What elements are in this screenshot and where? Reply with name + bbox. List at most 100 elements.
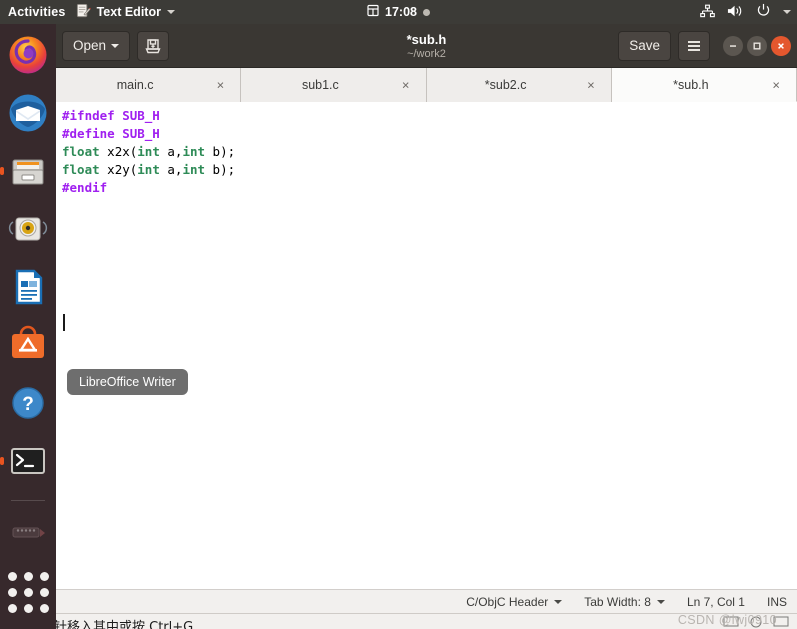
network-icon <box>700 4 715 21</box>
code-token: int <box>182 162 206 177</box>
tab-sub-h[interactable]: *sub.h × <box>611 68 797 102</box>
code-line: float x2y(int a,int b); <box>62 161 797 179</box>
tab-label: sub1.c <box>301 78 339 92</box>
tab-width-selector[interactable]: Tab Width: 8 <box>584 595 665 609</box>
close-button[interactable] <box>771 35 791 56</box>
save-button-label: Save <box>629 38 660 53</box>
dock-item-libreoffice-writer[interactable] <box>4 266 52 308</box>
dock-separator <box>11 500 45 501</box>
code-token: x2x( <box>99 144 138 159</box>
top-bar-left-group: Activities Text Editor <box>0 3 175 21</box>
code-token: int <box>182 144 206 159</box>
dock-tooltip: LibreOffice Writer <box>67 369 188 395</box>
volume-icon <box>727 4 744 21</box>
new-document-button[interactable] <box>137 30 170 61</box>
window-title: *sub.h <box>406 31 447 47</box>
close-icon <box>778 42 784 49</box>
firefox-icon <box>9 36 47 74</box>
tab-close-icon[interactable]: × <box>402 79 410 92</box>
save-button[interactable]: Save <box>618 30 671 61</box>
calendar-icon <box>367 4 379 20</box>
header-right-group: Save <box>618 30 791 61</box>
code-line: float x2x(int a,int b); <box>62 143 797 161</box>
window-header-bar: Open *sub.h ~/work2 Save <box>56 24 797 68</box>
show-applications-button[interactable] <box>4 571 52 613</box>
window-icon <box>773 616 789 627</box>
rhythmbox-icon <box>8 217 48 241</box>
dock-item-firefox[interactable] <box>4 34 52 76</box>
editor-status-bar: C/ObjC Header Tab Width: 8 Ln 7, Col 1 I… <box>56 589 797 613</box>
ubuntu-software-icon <box>12 325 44 359</box>
code-line: #ifndef SUB_H <box>62 107 797 125</box>
tab-label: main.c <box>116 78 154 92</box>
menu-button[interactable] <box>678 30 710 61</box>
window-subtitle: ~/work2 <box>407 47 446 60</box>
insert-mode-label: INS <box>766 594 787 609</box>
tab-close-icon[interactable]: × <box>587 79 595 92</box>
text-editor-window: Open *sub.h ~/work2 Save main.c × sub1.c… <box>56 24 797 613</box>
code-token: float <box>62 162 100 177</box>
app-menu-label: Text Editor <box>96 5 161 19</box>
code-token: #endif <box>62 180 108 195</box>
code-line: #define SUB_H <box>62 125 797 143</box>
code-token: b); <box>205 162 236 177</box>
bottom-overflow-strip: 将鼠标指针移入其中或按 Ctrl+G <box>0 613 797 629</box>
chevron-down-icon <box>783 10 791 14</box>
text-cursor <box>63 314 65 331</box>
dock-item-ubuntu-software[interactable] <box>4 324 52 366</box>
dock-item-trash[interactable] <box>4 513 52 555</box>
chevron-down-icon <box>166 10 175 14</box>
activities-button[interactable]: Activities <box>8 5 66 19</box>
code-token: a, <box>159 162 183 177</box>
dock-item-terminal[interactable] <box>4 440 52 482</box>
code-token: int <box>137 162 160 177</box>
new-document-icon <box>145 38 161 53</box>
app-grid-icon <box>7 571 49 613</box>
ubuntu-dock: ? <box>0 24 56 629</box>
dock-item-help[interactable]: ? <box>4 382 52 424</box>
terminal-icon <box>11 448 45 475</box>
chevron-down-icon <box>554 599 563 604</box>
notification-dot-icon <box>422 8 430 16</box>
code-token: #define SUB_H <box>62 126 160 141</box>
code-editor-area[interactable]: #ifndef SUB_H #define SUB_Hfloat x2x(int … <box>56 102 797 589</box>
code-line: #endif <box>62 179 797 197</box>
source-code-text: #ifndef SUB_H #define SUB_Hfloat x2x(int … <box>62 107 797 197</box>
clock-button[interactable]: 17:08 <box>299 4 499 20</box>
desktop-screen: Activities Text Editor 17:08 ? Open *sub… <box>0 0 797 629</box>
code-token: a, <box>159 144 183 159</box>
tab-sub1-c[interactable]: sub1.c × <box>241 68 427 102</box>
tab-main-c[interactable]: main.c × <box>56 68 242 102</box>
dock-item-thunderbird[interactable] <box>4 92 52 134</box>
open-button[interactable]: Open <box>62 30 131 61</box>
language-label: C/ObjC Header <box>466 594 549 609</box>
language-selector[interactable]: C/ObjC Header <box>466 594 563 609</box>
tab-sub2-c[interactable]: *sub2.c × <box>426 68 612 102</box>
monitor-icon <box>723 616 739 627</box>
dock-item-files[interactable] <box>4 150 52 192</box>
code-token: #ifndef SUB_H <box>62 108 160 123</box>
bottom-icon-group <box>723 616 789 628</box>
dock-item-rhythmbox[interactable] <box>4 208 52 250</box>
maximize-button[interactable] <box>747 35 767 56</box>
hamburger-menu-icon <box>688 40 700 51</box>
minimize-button[interactable] <box>723 35 743 56</box>
cursor-position: Ln 7, Col 1 <box>687 595 745 609</box>
system-status-area[interactable] <box>700 0 791 24</box>
tab-close-icon[interactable]: × <box>772 78 780 91</box>
code-token: x2y( <box>99 162 138 177</box>
app-menu-button[interactable]: Text Editor <box>76 3 175 21</box>
insert-mode-indicator: INS <box>767 595 787 609</box>
maximize-icon <box>753 42 761 49</box>
gnome-top-bar: Activities Text Editor 17:08 <box>0 0 797 24</box>
thunderbird-icon <box>9 94 47 132</box>
minimize-icon <box>730 44 736 47</box>
clock-label: 17:08 <box>385 5 417 19</box>
circle-icon <box>750 616 762 628</box>
code-token: int <box>137 144 160 159</box>
trash-icon <box>12 527 45 538</box>
power-icon <box>756 3 771 21</box>
tab-close-icon[interactable]: × <box>217 79 225 92</box>
files-icon <box>12 159 44 185</box>
tab-label: *sub.h <box>673 77 709 92</box>
